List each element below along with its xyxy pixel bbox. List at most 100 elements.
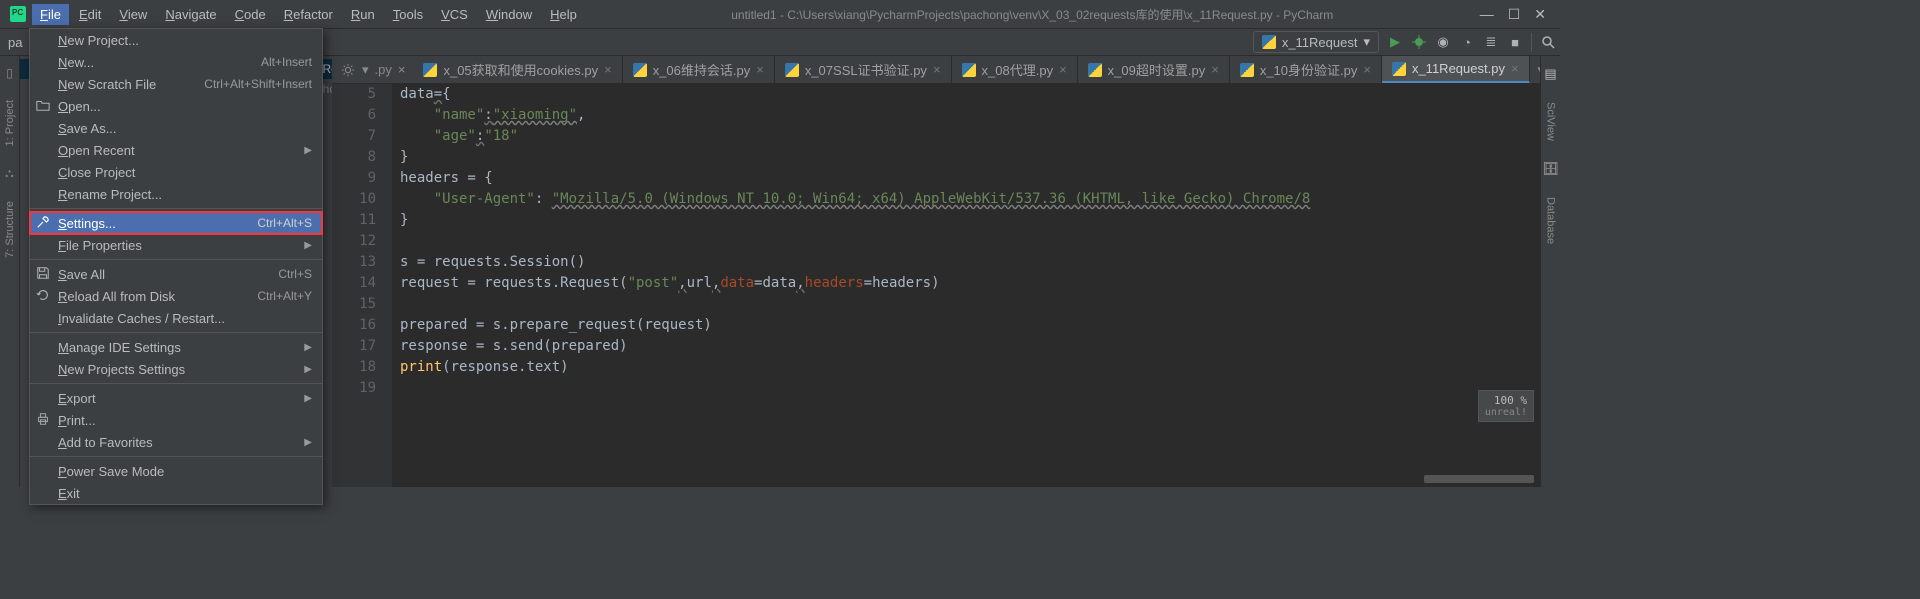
project-strip-icon[interactable]: ▯ [6,66,13,80]
code-editor[interactable]: 5678910111213141516171819 data={ "name":… [332,84,1540,487]
menubar-item-view[interactable]: View [111,4,155,25]
code-line[interactable]: request = requests.Request("post",url,da… [400,273,1540,294]
maximize-icon[interactable]: ☐ [1508,6,1521,23]
tab-label: x_09超时设置.py [1108,60,1206,79]
reload-icon [36,288,52,304]
tab-close-icon[interactable]: × [1511,61,1519,76]
tab-close-icon[interactable]: × [1059,62,1067,77]
code-line[interactable]: "name":"xiaoming", [400,105,1540,126]
menubar-item-code[interactable]: Code [227,4,274,25]
code-line[interactable] [400,294,1540,315]
code-line[interactable]: } [400,210,1540,231]
python-icon [1392,62,1406,76]
stop-icon[interactable]: ■ [1507,34,1523,50]
menubar-item-window[interactable]: Window [478,4,540,25]
menubar-item-navigate[interactable]: Navigate [157,4,224,25]
project-tool-tab[interactable]: 1: Project [4,100,16,146]
editor-tab[interactable]: x_10身份验证.py× [1230,56,1382,83]
menu-item-new[interactable]: New...Alt+Insert [30,51,322,73]
tab-close-icon[interactable]: × [756,62,764,77]
menu-item-new-projects-settings[interactable]: New Projects Settings▶ [30,358,322,380]
menu-item-reload-all-from-disk[interactable]: Reload All from DiskCtrl+Alt+Y [30,285,322,307]
menu-item-settings[interactable]: Settings...Ctrl+Alt+S [30,212,322,234]
coverage-icon[interactable]: ◉ [1435,34,1451,50]
sciview-strip-icon[interactable]: ▤ [1544,66,1556,82]
menu-item-invalidate-caches-restart[interactable]: Invalidate Caches / Restart... [30,307,322,329]
window-controls: — ☐ ✕ [1480,6,1546,23]
menubar-item-tools[interactable]: Tools [385,4,431,25]
code-line[interactable]: "User-Agent": "Mozilla/5.0 (Windows NT 1… [400,189,1540,210]
menu-separator [30,332,322,333]
editor-tab[interactable]: x_08代理.py× [952,56,1078,83]
run-icon[interactable]: ▶ [1387,34,1403,50]
zoom-indicator[interactable]: 100 % unreal! [1478,390,1534,422]
tab-label: x_05获取和使用cookies.py [443,60,598,79]
menu-item-open-recent[interactable]: Open Recent▶ [30,139,322,161]
menu-item-file-properties[interactable]: File Properties▶ [30,234,322,256]
menubar-item-edit[interactable]: Edit [71,4,109,25]
code-line[interactable] [400,231,1540,252]
menu-item-label: Export [58,391,96,406]
menu-item-rename-project[interactable]: Rename Project... [30,183,322,205]
code-line[interactable]: "age":"18" [400,126,1540,147]
menu-item-open[interactable]: Open... [30,95,322,117]
menu-item-power-save-mode[interactable]: Power Save Mode [30,460,322,482]
editor-tab[interactable]: x_06维持会话.py× [623,56,775,83]
code-line[interactable]: s = requests.Session() [400,252,1540,273]
sciview-tool-tab[interactable]: SciView [1545,102,1557,141]
menu-shortcut: Ctrl+S [278,267,312,281]
database-tool-tab[interactable]: Database [1545,197,1557,244]
debug-icon[interactable] [1411,34,1427,50]
menubar-item-file[interactable]: File [32,4,69,25]
menu-item-save-all[interactable]: Save AllCtrl+S [30,263,322,285]
menu-item-exit[interactable]: Exit [30,482,322,504]
database-strip-icon[interactable]: 🗄 [1542,161,1559,177]
tab-close-icon[interactable]: × [398,62,406,77]
close-icon[interactable]: ✕ [1534,6,1546,23]
menu-item-label: Reload All from Disk [58,289,175,304]
editor-tab[interactable]: x_05获取和使用cookies.py × [413,56,622,83]
line-number: 17 [332,336,376,357]
chevron-down-icon[interactable]: ▾ [1538,62,1540,77]
tab-close-icon[interactable]: × [604,62,612,77]
menu-item-save-as[interactable]: Save As... [30,117,322,139]
menu-item-add-to-favorites[interactable]: Add to Favorites▶ [30,431,322,453]
attach-icon[interactable]: ≣ [1483,34,1499,50]
structure-strip-icon[interactable]: ⛬ [5,166,13,181]
code-line[interactable]: } [400,147,1540,168]
menubar-item-refactor[interactable]: Refactor [276,4,341,25]
menu-item-new-scratch-file[interactable]: New Scratch FileCtrl+Alt+Shift+Insert [30,73,322,95]
profile-icon[interactable]: ◔ [1459,34,1475,50]
code-line[interactable]: print(response.text) [400,357,1540,378]
tab-close-icon[interactable]: × [1363,62,1371,77]
editor-tab[interactable]: x_09超时设置.py × [1078,56,1230,83]
chevron-down-icon[interactable]: ▾ [362,62,369,78]
menu-item-new-project[interactable]: New Project... [30,29,322,51]
menu-item-print[interactable]: Print... [30,409,322,431]
menu-item-manage-ide-settings[interactable]: Manage IDE Settings▶ [30,336,322,358]
menu-item-export[interactable]: Export▶ [30,387,322,409]
right-tool-strip: ▤ SciView 🗄 Database [1540,56,1560,487]
minimize-icon[interactable]: — [1480,6,1494,23]
menubar-item-run[interactable]: Run [343,4,383,25]
tab-close-icon[interactable]: × [1211,62,1219,77]
search-icon[interactable] [1540,34,1556,50]
menu-item-close-project[interactable]: Close Project [30,161,322,183]
code-line[interactable]: prepared = s.prepare_request(request) [400,315,1540,336]
code-line[interactable]: response = s.send(prepared) [400,336,1540,357]
code-line[interactable]: headers = { [400,168,1540,189]
menu-shortcut: Ctrl+Alt+Shift+Insert [204,77,312,91]
code-line[interactable] [400,378,1540,399]
horizontal-scrollbar[interactable] [1424,475,1534,483]
code-line[interactable]: data={ [400,84,1540,105]
breadcrumb[interactable]: pa [4,35,26,50]
menubar-item-help[interactable]: Help [542,4,585,25]
gear-icon[interactable] [340,62,356,78]
editor-tab[interactable]: x_11Request.py× [1382,56,1530,83]
editor-tab[interactable]: x_07SSL证书验证.py× [775,56,952,83]
tab-close-icon[interactable]: × [933,62,941,77]
code-content[interactable]: data={ "name":"xiaoming", "age":"18"}hea… [392,84,1540,487]
run-configuration-selector[interactable]: x_11Request ▾ [1253,31,1379,53]
menubar-item-vcs[interactable]: VCS [433,4,476,25]
structure-tool-tab[interactable]: 7: Structure [4,201,16,258]
